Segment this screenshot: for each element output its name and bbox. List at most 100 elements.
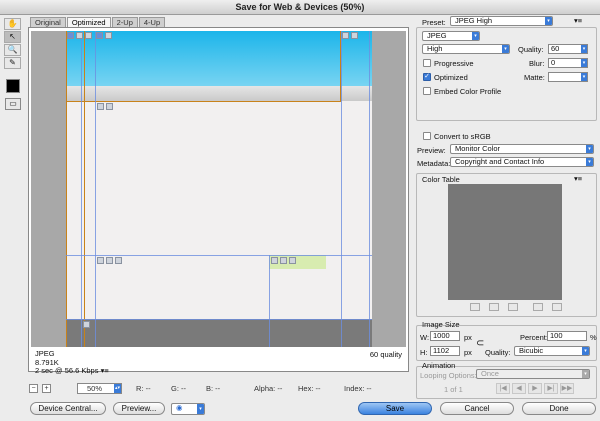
image-preview-area[interactable]: JPEG 8.791K 2 sec @ 56.6 Kbps ▾≡ 60 qual… xyxy=(28,27,409,375)
footer-band xyxy=(66,319,372,347)
percent-label: Percent: xyxy=(520,333,548,342)
zoom-in-button[interactable]: + xyxy=(42,384,51,393)
constrain-link-icon[interactable]: ⊂ xyxy=(476,338,484,349)
slice-line xyxy=(369,31,370,347)
slice-line xyxy=(66,319,372,320)
image-size-title: Image Size xyxy=(422,320,460,329)
preset-select[interactable]: JPEG High ▾ xyxy=(450,16,553,26)
file-format-select[interactable]: JPEG ▾ xyxy=(422,31,480,41)
index-readout: Index: -- xyxy=(344,384,372,393)
done-button[interactable]: Done xyxy=(522,402,596,415)
slice-label[interactable] xyxy=(97,257,104,264)
slice-label[interactable] xyxy=(96,32,103,39)
b-readout: B: -- xyxy=(206,384,221,393)
toggle-slices-icon[interactable]: ▭ xyxy=(5,98,21,110)
first-frame-button[interactable]: |◀ xyxy=(496,383,510,394)
slice-line xyxy=(341,31,342,347)
slice-label[interactable] xyxy=(106,257,113,264)
width-input[interactable]: 1000 xyxy=(430,331,460,341)
slice-label[interactable] xyxy=(351,32,358,39)
map-color-icon[interactable] xyxy=(470,303,480,311)
slice-label[interactable] xyxy=(83,321,90,328)
optimized-checkbox[interactable]: ✓ xyxy=(423,73,431,81)
slice-label[interactable] xyxy=(342,32,349,39)
browser-select[interactable]: ◉ ▾ xyxy=(171,403,205,415)
preview-canvas xyxy=(31,31,406,347)
slice-select-icon[interactable]: ↖ xyxy=(4,31,21,43)
slice-label[interactable] xyxy=(97,103,104,110)
zoom-icon[interactable]: 🔍 xyxy=(4,44,21,56)
slice-label[interactable] xyxy=(115,257,122,264)
embed-profile-checkbox[interactable] xyxy=(423,87,431,95)
tab-original[interactable]: Original xyxy=(30,17,66,27)
optimize-menu-icon[interactable]: ▾≡ xyxy=(574,16,582,25)
height-input[interactable]: 1102 xyxy=(430,346,460,356)
resample-quality-select[interactable]: Bicubic ▾ xyxy=(514,346,590,356)
zoom-level-select[interactable]: 50% ▴▾ xyxy=(77,383,122,394)
preview-button[interactable]: Preview... xyxy=(113,402,165,415)
progressive-label: Progressive xyxy=(434,59,474,68)
looping-label: Looping Options: xyxy=(420,371,477,380)
eyedropper-icon[interactable]: ✎ xyxy=(4,57,21,69)
last-frame-button[interactable]: ▶▶ xyxy=(560,383,574,394)
tab-optimized[interactable]: Optimized xyxy=(66,17,111,27)
lock-color-icon[interactable] xyxy=(508,303,518,311)
optimized-info: JPEG 8.791K 2 sec @ 56.6 Kbps ▾≡ xyxy=(35,349,109,376)
preview-color-select[interactable]: Monitor Color ▾ xyxy=(450,144,594,154)
new-color-icon[interactable] xyxy=(533,303,543,311)
g-readout: G: -- xyxy=(171,384,186,393)
menu-icon[interactable]: ▾≡ xyxy=(101,366,109,375)
slice-label[interactable] xyxy=(67,32,74,39)
quality-input[interactable]: 60 ▾ xyxy=(548,44,588,54)
slice-label[interactable] xyxy=(271,257,278,264)
prev-frame-button[interactable]: ◀ xyxy=(512,383,526,394)
width-unit: px xyxy=(464,333,472,342)
color-table-menu-icon[interactable]: ▾≡ xyxy=(574,174,582,183)
hand-icon[interactable]: ✋ xyxy=(4,18,21,30)
preset-label: Preset: xyxy=(422,18,446,27)
slice-label[interactable] xyxy=(289,257,296,264)
web-shift-icon[interactable] xyxy=(489,303,499,311)
tab-2-up[interactable]: 2-Up xyxy=(111,17,138,27)
slice-outline xyxy=(84,31,85,347)
cancel-button[interactable]: Cancel xyxy=(440,402,514,415)
height-unit: px xyxy=(464,348,472,357)
hex-readout: Hex: -- xyxy=(298,384,321,393)
color-table-swatches[interactable] xyxy=(448,184,562,300)
save-for-web-dialog: Save for Web & Devices (50%) ✋ ↖ 🔍 ✎ ▭ O… xyxy=(0,0,600,421)
convert-srgb-checkbox[interactable] xyxy=(423,132,431,140)
slice-label[interactable] xyxy=(105,32,112,39)
next-frame-button[interactable]: ▶| xyxy=(544,383,558,394)
play-button[interactable]: ▶ xyxy=(528,383,542,394)
device-central-button[interactable]: Device Central... xyxy=(30,402,106,415)
matte-label: Matte: xyxy=(524,73,545,82)
eyedropper-color-swatch[interactable] xyxy=(6,79,20,93)
color-table-title: Color Table xyxy=(422,175,460,184)
tool-palette: ✋ ↖ 🔍 ✎ xyxy=(4,18,24,70)
slice-line xyxy=(269,255,270,347)
slice-outline xyxy=(66,31,67,347)
slice-label[interactable] xyxy=(280,257,287,264)
metadata-select[interactable]: Copyright and Contact Info ▾ xyxy=(450,157,594,167)
percent-input[interactable]: 100 xyxy=(547,331,587,341)
web-page-image xyxy=(66,31,372,347)
tab-4-up[interactable]: 4-Up xyxy=(138,17,166,27)
save-button[interactable]: Save xyxy=(358,402,432,415)
slice-line xyxy=(81,31,82,347)
progressive-checkbox[interactable] xyxy=(423,59,431,67)
compression-quality-select[interactable]: High ▾ xyxy=(422,44,510,54)
metadata-label: Metadata: xyxy=(417,159,451,168)
matte-select[interactable]: ▾ xyxy=(548,72,588,82)
slice-label[interactable] xyxy=(106,103,113,110)
slice-outline xyxy=(66,101,341,102)
frame-counter: 1 of 1 xyxy=(444,385,463,394)
zoom-out-button[interactable]: − xyxy=(29,384,38,393)
slice-label[interactable] xyxy=(85,32,92,39)
quality-info: 60 quality xyxy=(369,350,402,359)
trash-icon[interactable] xyxy=(552,303,562,311)
slice-label[interactable] xyxy=(76,32,83,39)
looping-select[interactable]: Once ▾ xyxy=(476,369,590,379)
blur-input[interactable]: 0 ▾ xyxy=(548,58,588,68)
percent-sign: % xyxy=(590,333,597,342)
blur-label: Blur: xyxy=(529,59,545,68)
